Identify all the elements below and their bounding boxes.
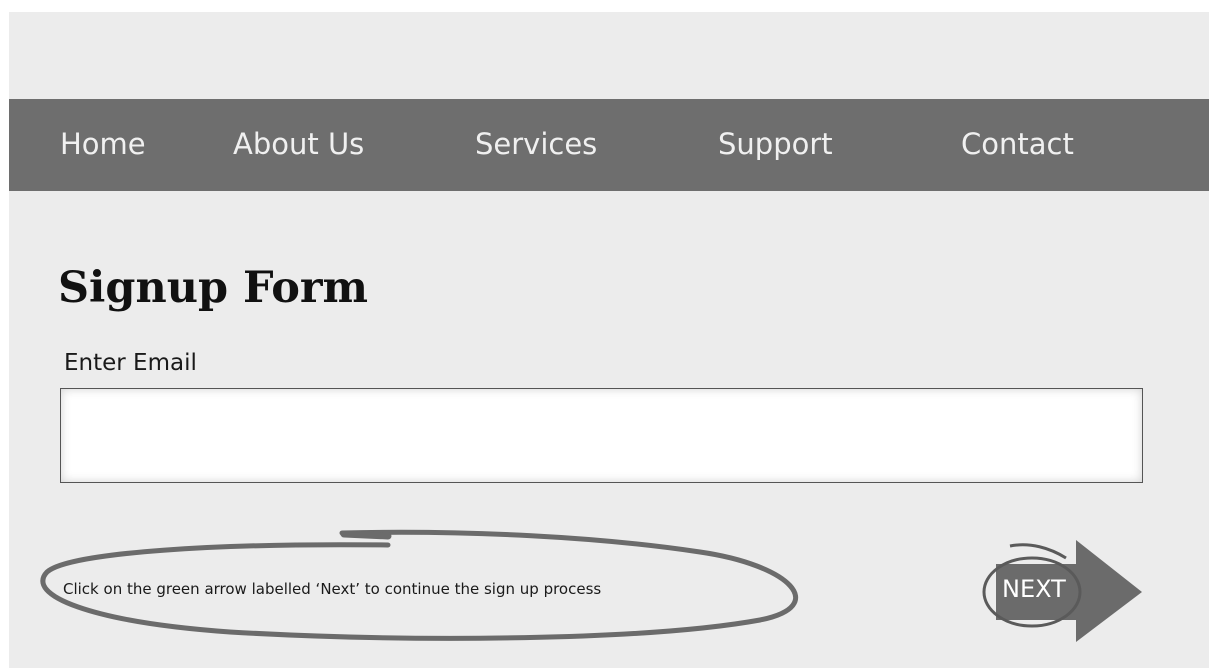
instruction-text: Click on the green arrow labelled ‘Next’… [63,580,602,598]
nav-item-contact[interactable]: Contact [961,124,1074,164]
nav-item-about-us[interactable]: About Us [233,124,364,164]
page-title: Signup Form [58,263,369,313]
nav-item-support[interactable]: Support [718,124,833,164]
next-button-label: NEXT [1002,575,1066,603]
next-button[interactable]: NEXT [980,536,1145,644]
email-field[interactable] [60,388,1143,483]
email-label: Enter Email [64,350,197,376]
nav-item-services[interactable]: Services [475,124,597,164]
nav-item-home[interactable]: Home [60,124,146,164]
